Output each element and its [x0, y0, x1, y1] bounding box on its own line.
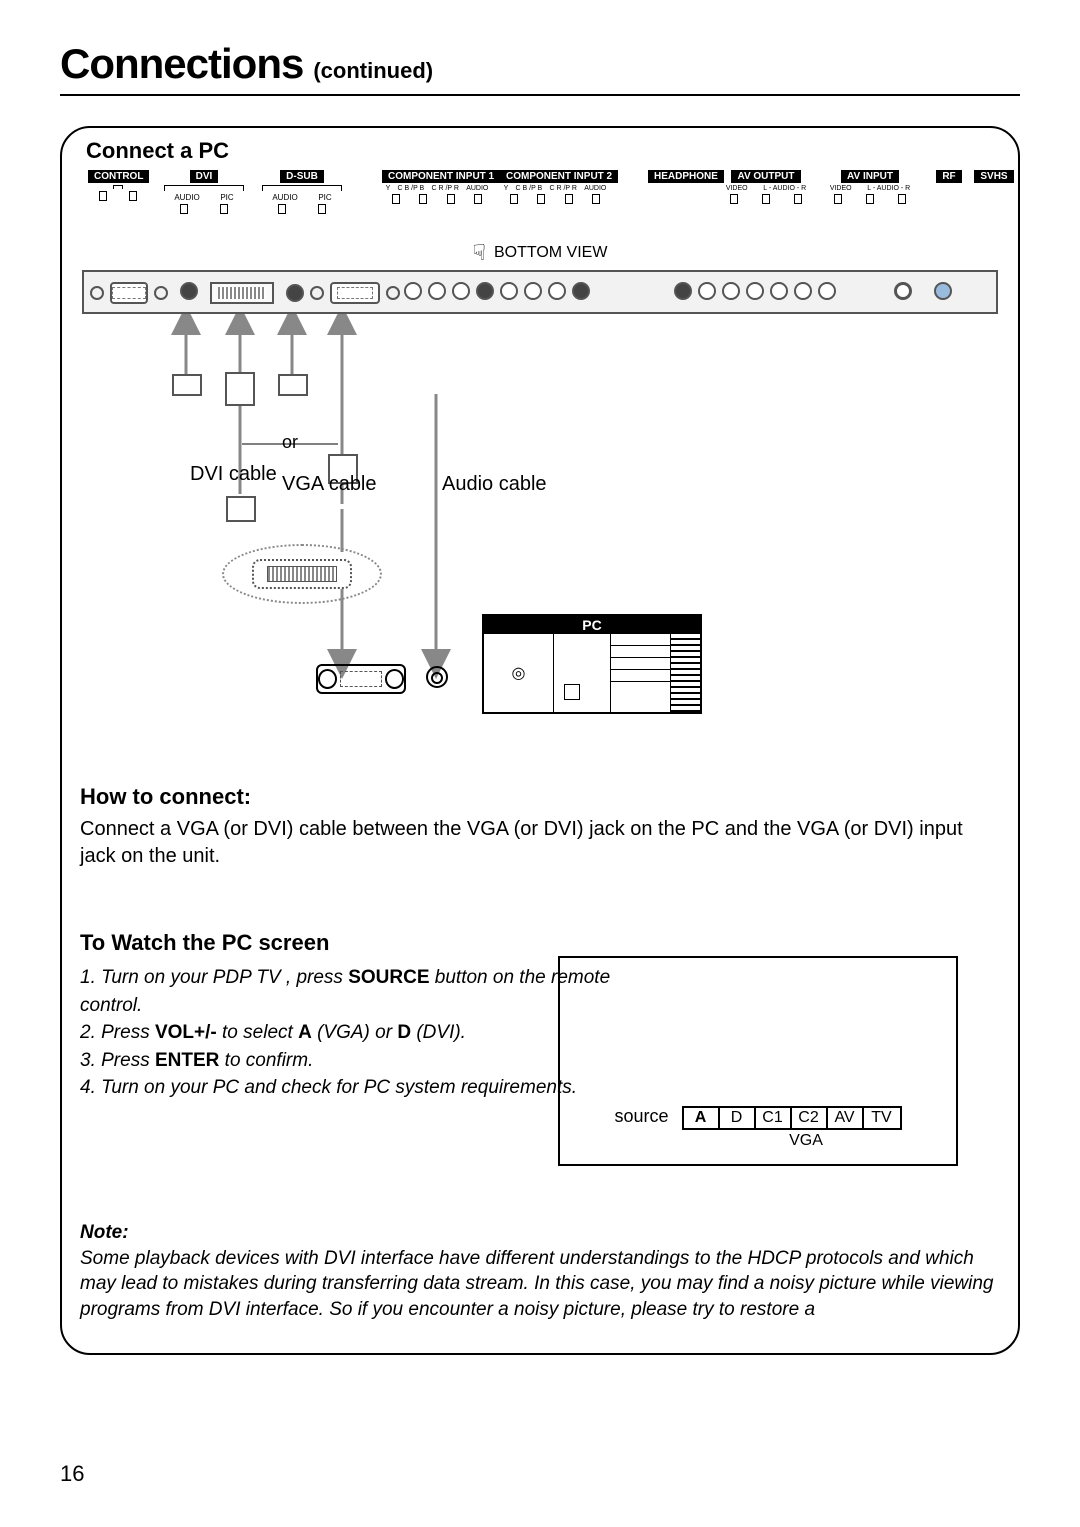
source-cell-c2: C2 — [792, 1108, 828, 1128]
dvi-cable-label: DVI cable — [190, 464, 277, 485]
watch-steps: 1. Turn on your PDP TV , press SOURCE bu… — [80, 964, 640, 1102]
port-label-dsub: D-SUB — [280, 170, 324, 183]
port-label-svhs: SVHS — [974, 170, 1013, 183]
source-cell-a: A — [684, 1108, 720, 1128]
dsub-audio-plug-icon — [278, 374, 308, 396]
port-label-headphone: HEADPHONE — [648, 170, 724, 183]
source-cells: A D C1 C2 AV TV — [682, 1106, 902, 1130]
port-label-dvi: DVI — [190, 170, 219, 183]
dvi-plug-icon — [225, 372, 255, 406]
note-text: Some playback devices with DVI interface… — [80, 1248, 993, 1320]
port-label-rf: RF — [936, 170, 961, 183]
page-header: Connections (continued) — [60, 40, 1020, 96]
source-cell-c1: C1 — [756, 1108, 792, 1128]
hand-pointer-icon: ☟ — [473, 240, 486, 266]
page-number: 16 — [60, 1461, 84, 1487]
how-to-connect-text: Connect a VGA (or DVI) cable between the… — [80, 816, 1000, 870]
cable-diagram: or DVI cable VGA cable Audio cable PC ◎ — [82, 314, 998, 744]
power-button-icon — [564, 684, 580, 700]
audio-jack-icon — [426, 666, 448, 688]
drive-bays-icon — [610, 634, 670, 712]
port-label-strip: CONTROL DVI AUDIOPIC D-SUB AUDIOPIC COMP… — [82, 170, 998, 226]
port-label-comp2: COMPONENT INPUT 2 — [500, 170, 618, 183]
dvi-audio-plug-icon — [172, 374, 202, 396]
panel-title: Connect a PC — [62, 128, 1018, 170]
port-label-avout: AV OUTPUT — [731, 170, 800, 183]
source-cell-av: AV — [828, 1108, 864, 1128]
vga-connector-icon — [316, 664, 406, 694]
source-label: source — [614, 1106, 668, 1126]
dvi-adapter-icon — [252, 559, 352, 589]
port-label-control: CONTROL — [88, 170, 149, 183]
manual-page: Connections (continued) Connect a PC CON… — [0, 0, 1080, 1527]
page-title: Connections — [60, 40, 303, 88]
audio-cable-label: Audio cable — [442, 474, 547, 495]
pc-illustration: PC ◎ — [482, 614, 702, 714]
watch-pc-heading: To Watch the PC screen — [80, 930, 1018, 956]
source-cell-d: D — [720, 1108, 756, 1128]
source-cell-tv: TV — [864, 1108, 900, 1128]
source-sub: VGA — [560, 1132, 956, 1150]
connect-pc-panel: Connect a PC CONTROL DVI AUDIOPIC D-SUB … — [60, 126, 1020, 1355]
source-osd-box: source A D C1 C2 AV TV VGA — [558, 956, 958, 1166]
page-subtitle: (continued) — [313, 58, 433, 88]
or-label: or — [282, 432, 298, 453]
note-heading: Note: — [80, 1222, 129, 1243]
port-label-avin: AV INPUT — [841, 170, 899, 183]
note-block: Note: Some playback devices with DVI int… — [80, 1220, 1000, 1323]
port-label-comp1: COMPONENT INPUT 1 — [382, 170, 500, 183]
bottom-view-label: ☟ BOTTOM VIEW — [62, 240, 1018, 266]
pc-label: PC — [484, 616, 700, 634]
cd-drive-icon: ◎ — [484, 634, 554, 712]
vga-cable-label: VGA cable — [282, 474, 377, 495]
how-to-connect-heading: How to connect: — [80, 784, 1018, 810]
rear-port-bar — [82, 270, 998, 314]
vent-icon — [670, 634, 700, 712]
dvi-connector-icon — [226, 496, 256, 522]
